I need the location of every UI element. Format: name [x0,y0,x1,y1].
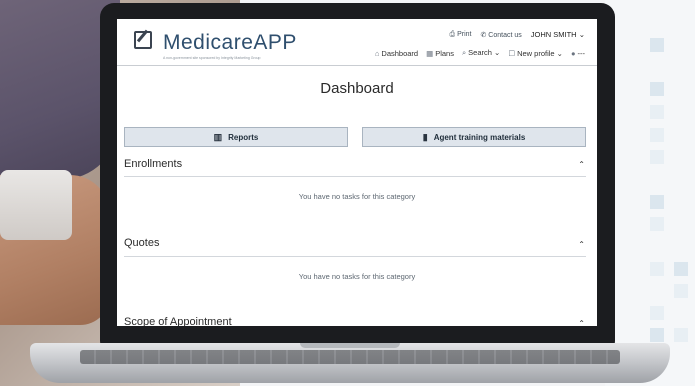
chevron-down-icon: ⌄ [494,48,501,57]
home-icon: ⌂ [374,48,380,58]
decor-square [650,38,664,52]
decor-square [674,328,688,342]
section-divider [124,256,586,257]
book-icon: ▮ [422,131,428,142]
page-title: Dashboard [320,80,394,97]
section-title-quotes[interactable]: Quotes [124,237,159,249]
laptop-keyboard [80,350,620,364]
bar-chart-icon: ▥ [213,131,223,142]
printer-icon: ⎙ [449,30,456,38]
quotes-empty-message: You have no tasks for this category [298,272,416,281]
decor-square [650,128,664,142]
person-add-icon: ☐ [508,48,516,58]
chevron-up-icon[interactable]: ⌃ [578,160,585,169]
decor-square [650,262,664,276]
section-title-scope-of-appointment[interactable]: Scope of Appointment [124,316,232,326]
section-divider [124,176,586,177]
background-phone [0,170,72,240]
app-logo[interactable]: MedicareAPP [163,31,297,55]
search-icon: ⌕ [461,48,467,57]
reports-button[interactable]: ▥ Reports [124,127,348,147]
phone-icon: ✆ [480,31,487,39]
contact-link[interactable]: ✆ Contact us [480,31,521,39]
chevron-up-icon[interactable]: ⌃ [578,240,585,249]
utility-bar: ⎙ Print ✆ Contact us JOHN SMITH ⌄ [450,30,586,39]
print-link[interactable]: ⎙ Print [450,31,472,39]
main-nav: ⌂ Dashboard ▦ Plans ⌕ Search ⌄ ☐ New profile… [375,48,585,58]
decor-square [650,195,664,209]
section-title-enrollments[interactable]: Enrollments [124,158,182,170]
decor-square [650,306,664,320]
chevron-down-icon: ⌄ [578,30,585,39]
nav-plans[interactable]: ▦ Plans [426,49,454,58]
app-header: MedicareAPP A non-government site sponso… [117,19,597,66]
agent-training-button[interactable]: ▮ Agent training materials [362,127,586,147]
app-tagline: A non-government site sponsored by Integ… [163,56,261,60]
chevron-up-icon[interactable]: ⌃ [578,319,585,326]
nav-user[interactable]: ● --- [571,49,585,58]
edit-square-icon[interactable] [134,31,152,49]
decor-square [674,284,688,298]
decor-square [650,217,664,231]
laptop-notch [300,343,400,348]
user-menu[interactable]: JOHN SMITH ⌄ [531,30,585,39]
user-icon: ● [570,48,576,58]
enrollments-empty-message: You have no tasks for this category [298,192,416,201]
nav-search[interactable]: ⌕ Search ⌄ [462,48,500,58]
nav-dashboard[interactable]: ⌂ Dashboard [375,49,418,58]
app-screen: MedicareAPP A non-government site sponso… [117,19,597,326]
decor-square [650,328,664,342]
decor-square [650,82,664,96]
decor-square [674,262,688,276]
nav-new-profile[interactable]: ☐ New profile ⌄ [508,49,563,58]
grid-icon: ▦ [426,48,434,58]
decor-square [650,150,664,164]
decor-square [650,105,664,119]
chevron-down-icon: ⌄ [556,48,563,58]
